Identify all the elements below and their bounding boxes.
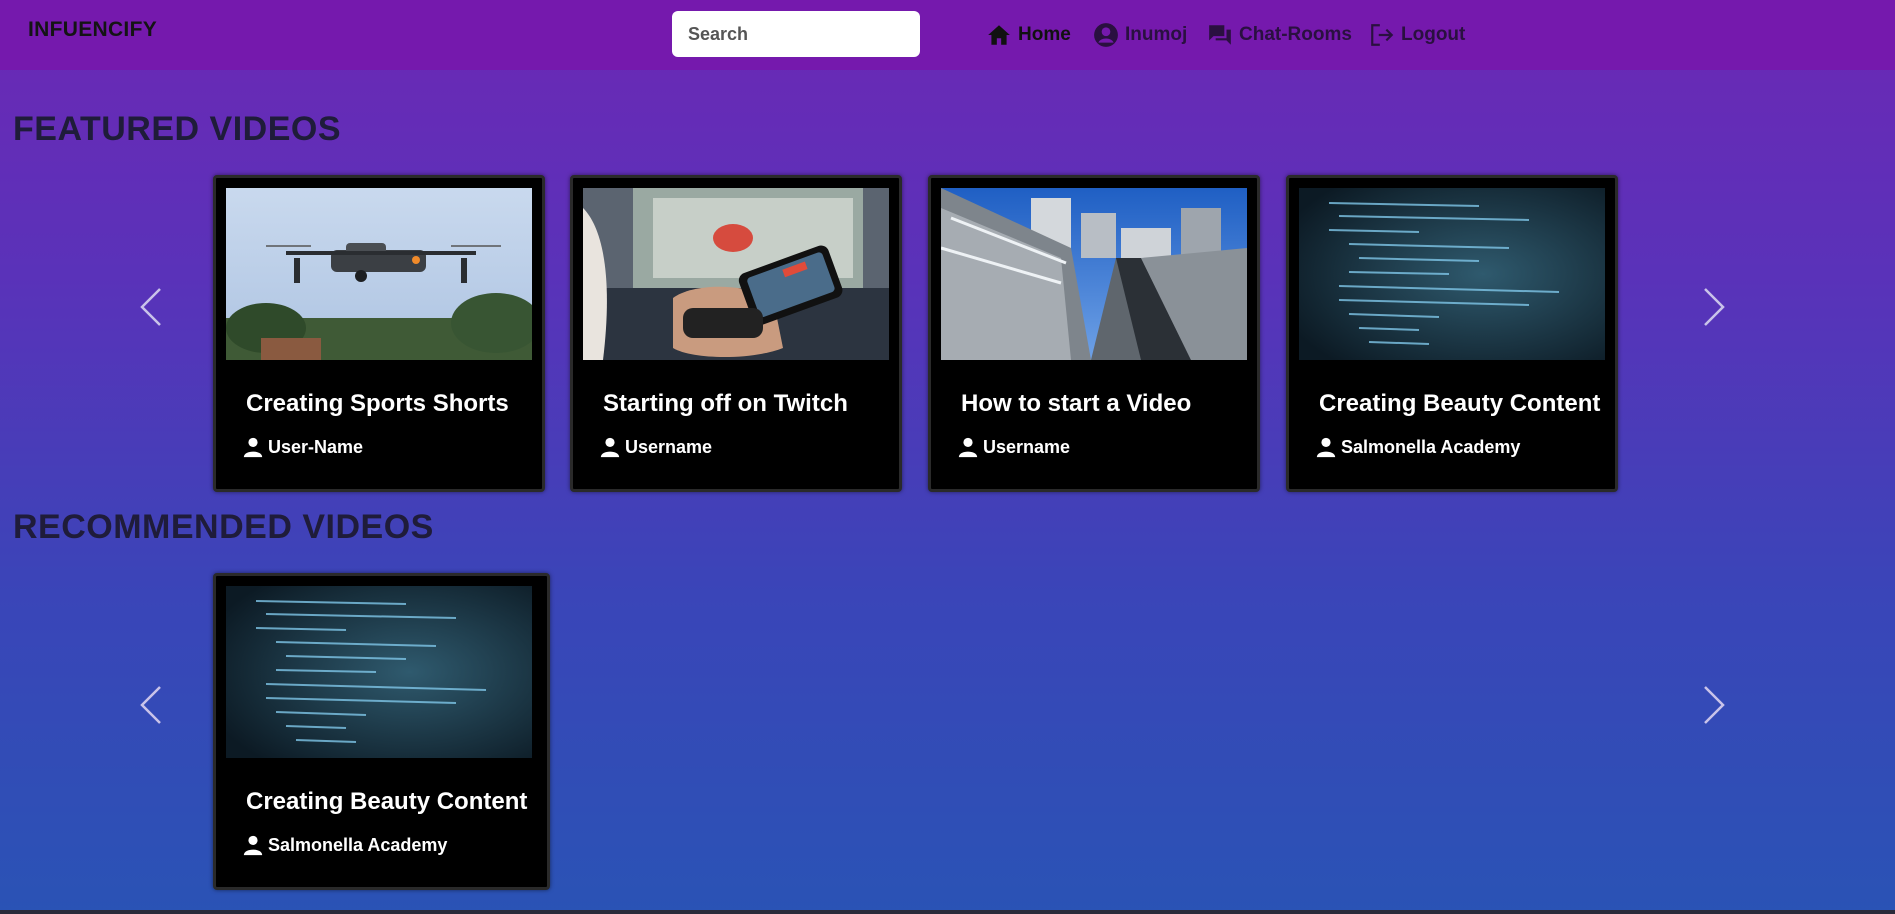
nav-profile-link[interactable]: Inumoj (1093, 20, 1187, 50)
recommended-videos-heading: RECOMMENDED VIDEOS (13, 508, 434, 546)
person-icon (242, 436, 264, 458)
featured-next-arrow[interactable] (1699, 285, 1729, 329)
nav-chat-rooms-link[interactable]: Chat-Rooms (1207, 20, 1352, 50)
search-input[interactable] (672, 11, 920, 57)
logout-icon (1371, 24, 1394, 46)
video-author-name: Username (983, 436, 1071, 457)
nav-logout-label: Logout (1401, 24, 1466, 45)
chat-icon (1209, 25, 1231, 45)
nav-logout-link[interactable]: Logout (1369, 20, 1465, 50)
video-thumbnail (941, 188, 1247, 360)
home-icon (988, 25, 1010, 45)
video-author-name: Salmonella Academy (1341, 436, 1521, 457)
code-screen-thumbnail-image (226, 586, 532, 758)
video-card[interactable]: Creating Beauty Content Salmonella Acade… (213, 573, 550, 890)
nav-home-label: Home (1018, 24, 1071, 45)
video-card[interactable]: Creating Beauty Content Salmonella Acade… (1286, 175, 1618, 492)
recommended-next-arrow[interactable] (1699, 683, 1729, 727)
video-thumbnail (1299, 188, 1605, 360)
video-title: Creating Sports Shorts (246, 390, 509, 417)
nav-profile-label: Inumoj (1125, 24, 1188, 45)
recommended-prev-arrow[interactable] (136, 683, 166, 727)
nav-chat-rooms-label: Chat-Rooms (1239, 24, 1352, 45)
nav-home-link[interactable]: Home (986, 20, 1071, 50)
person-icon (957, 436, 979, 458)
video-title: How to start a Video (961, 390, 1192, 417)
video-title: Starting off on Twitch (603, 390, 848, 417)
person-icon (1315, 436, 1337, 458)
account-circle-icon (1094, 23, 1118, 47)
video-author-name: Salmonella Academy (268, 834, 448, 855)
chevron-left-icon (136, 683, 166, 727)
chevron-left-icon (136, 285, 166, 329)
featured-videos-heading: FEATURED VIDEOS (13, 110, 342, 148)
video-thumbnail (583, 188, 889, 360)
video-title: Creating Beauty Content (246, 788, 528, 815)
video-title: Creating Beauty Content (1319, 390, 1601, 417)
video-card[interactable]: How to start a Video Username (928, 175, 1260, 492)
video-thumbnail (226, 586, 532, 758)
code-screen-thumbnail-image (1299, 188, 1605, 360)
featured-prev-arrow[interactable] (136, 285, 166, 329)
footer-border (0, 910, 1895, 914)
video-author[interactable]: Salmonella Academy (242, 834, 447, 856)
video-author[interactable]: Username (599, 436, 712, 458)
video-author-name: Username (625, 436, 713, 457)
railway-city-thumbnail-image (941, 188, 1247, 360)
video-thumbnail (226, 188, 532, 360)
drone-thumbnail-image (226, 188, 532, 360)
top-navbar: INFUENCIFY Home Inumoj Chat-Rooms Logout (0, 0, 1895, 70)
video-author[interactable]: Username (957, 436, 1070, 458)
chevron-right-icon (1699, 683, 1729, 727)
person-icon (599, 436, 621, 458)
phone-gaming-thumbnail-image (583, 188, 889, 360)
person-icon (242, 834, 264, 856)
video-author-name: User-Name (268, 436, 364, 457)
video-author[interactable]: User-Name (242, 436, 363, 458)
brand-logo[interactable]: INFUENCIFY (28, 18, 157, 42)
video-card[interactable]: Creating Sports Shorts User-Name (213, 175, 545, 492)
chevron-right-icon (1699, 285, 1729, 329)
video-card[interactable]: Starting off on Twitch Username (570, 175, 902, 492)
video-author[interactable]: Salmonella Academy (1315, 436, 1520, 458)
